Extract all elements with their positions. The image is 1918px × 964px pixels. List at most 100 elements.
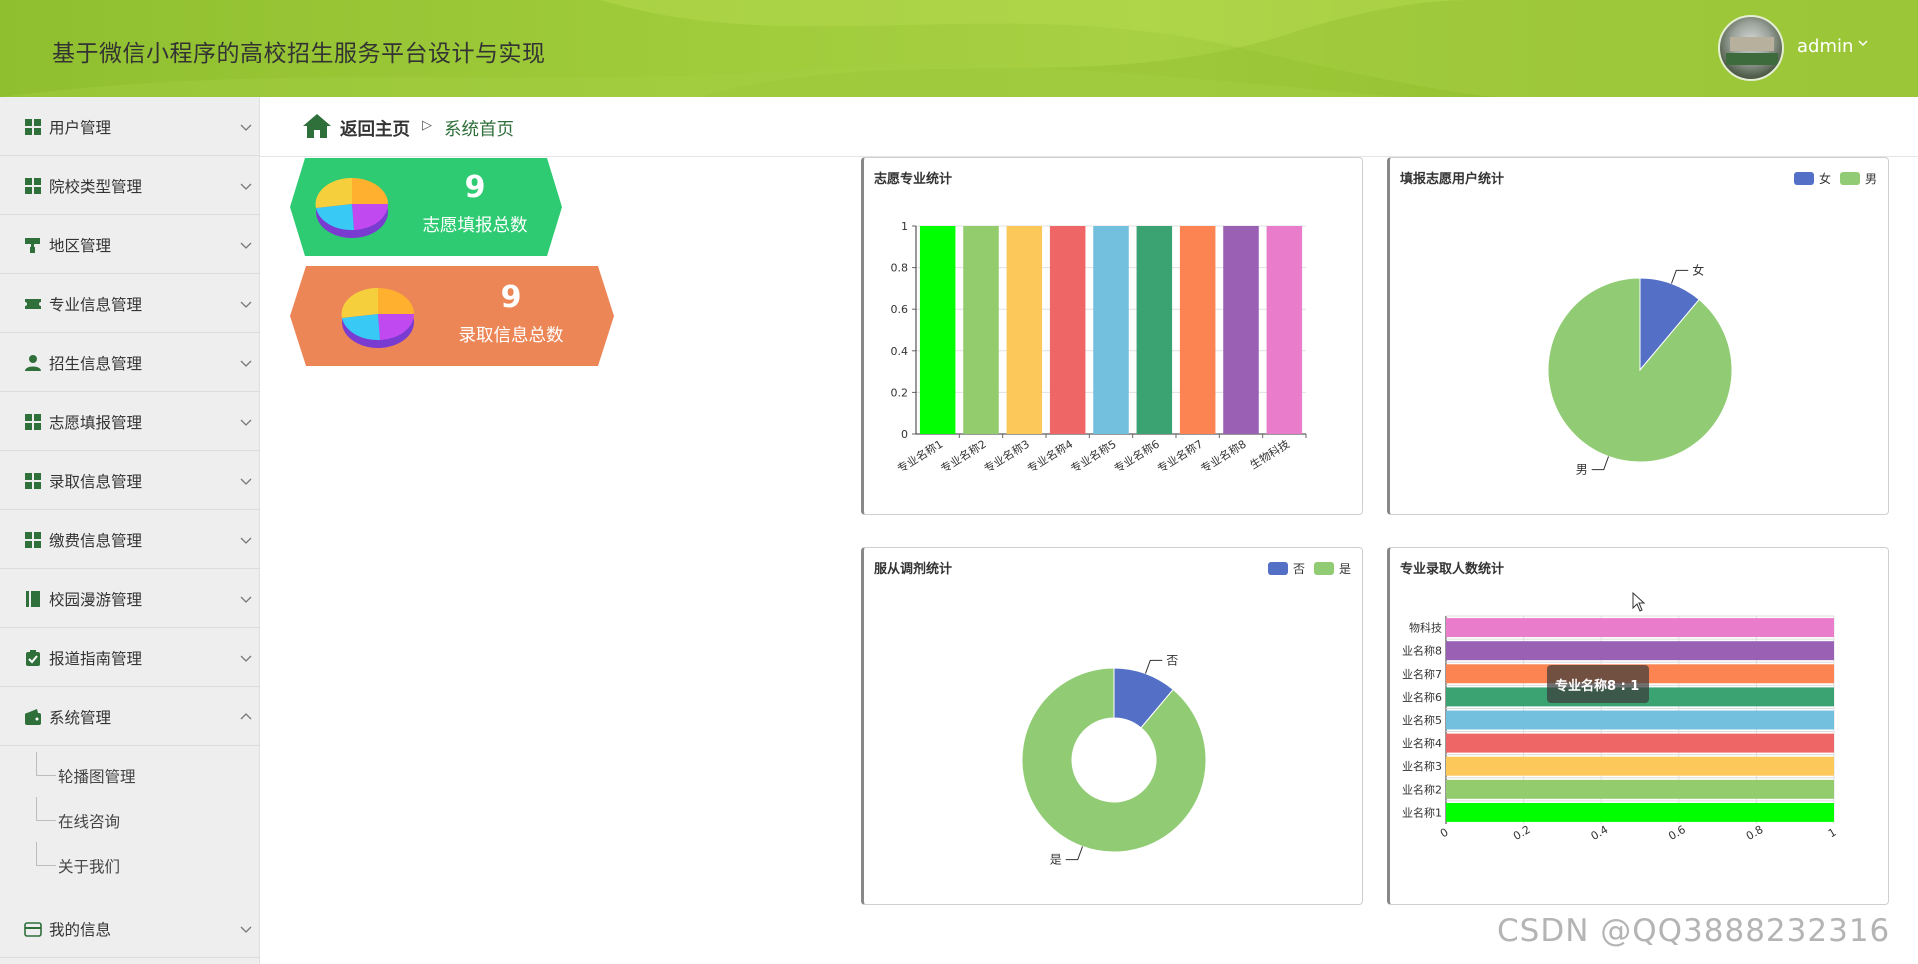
chevron-down-icon[interactable]: [240, 534, 252, 546]
bar: [1446, 641, 1834, 661]
card-icon: [24, 922, 42, 937]
pie-label: 男: [1576, 463, 1588, 477]
chevron-up-icon[interactable]: [240, 711, 252, 723]
user-name[interactable]: admin: [1797, 36, 1853, 57]
sidebar-subitem[interactable]: 关于我们: [0, 842, 260, 887]
y-tick-label: 业名称4: [1402, 736, 1442, 750]
pie-label: 女: [1692, 262, 1704, 277]
sidebar-item[interactable]: 录取信息管理: [0, 451, 260, 510]
bar: [1446, 779, 1834, 799]
y-tick-label: 0.2: [891, 386, 909, 399]
y-tick-label: 业名称3: [1402, 759, 1442, 773]
y-tick-label: 0.8: [891, 262, 909, 275]
pie-label: 否: [1166, 653, 1178, 667]
y-tick-label: 业名称5: [1402, 713, 1442, 727]
y-tick-label: 业名称1: [1402, 805, 1442, 819]
stat-value: 9: [500, 280, 522, 315]
sidebar-item[interactable]: 用户管理: [0, 97, 260, 156]
pie-slice: [1547, 277, 1733, 463]
bar: [1179, 226, 1216, 434]
chart-tooltip: 专业名称8 : 1: [1547, 665, 1649, 703]
user-avatar[interactable]: [1718, 15, 1784, 81]
stat-label: 录取信息总数: [458, 326, 564, 346]
bar: [1446, 618, 1834, 638]
paint-roller-icon: [25, 238, 40, 253]
chevron-down-icon[interactable]: [1858, 38, 1868, 48]
grid-icon: [25, 178, 41, 194]
bar: [1049, 226, 1086, 434]
pie-label-line: [1591, 456, 1610, 471]
chevron-down-icon[interactable]: [240, 357, 252, 369]
bar: [963, 226, 999, 434]
bar: [1446, 733, 1834, 753]
home-icon[interactable]: [302, 113, 332, 139]
chevron-down-icon[interactable]: [240, 121, 252, 133]
x-tick-label: 0: [1438, 826, 1451, 841]
stat-value: 9: [464, 170, 486, 205]
bar: [1136, 226, 1173, 434]
back-home-link[interactable]: 返回主页: [340, 116, 410, 141]
pie-label: 是: [1050, 853, 1062, 867]
mouse-cursor-icon: [1632, 592, 1646, 612]
bar: [1446, 756, 1834, 776]
y-tick-label: 0.4: [891, 345, 909, 358]
sidebar: 用户管理院校类型管理 地区管理专业信息管理招生信息管理 志愿填报管理录取信息管理缴费…: [0, 97, 260, 964]
sidebar-item-label: 我的信息: [49, 921, 112, 939]
y-tick-label: 1: [901, 220, 908, 233]
y-tick-label: 业名称7: [1402, 667, 1442, 681]
clipboard-check-icon: [26, 650, 40, 666]
sidebar-item[interactable]: 专业信息管理: [0, 274, 260, 333]
bar-chart: 00.20.40.60.81专业名称1专业名称2专业名称3专业名称4专业名称5专…: [891, 220, 1307, 476]
sidebar-subitem[interactable]: 在线咨询: [0, 797, 260, 842]
chevron-down-icon[interactable]: [240, 475, 252, 487]
chevron-down-icon[interactable]: [240, 652, 252, 664]
sidebar-item[interactable]: 院校类型管理: [0, 156, 260, 215]
sidebar-subitem-label: 轮播图管理: [58, 768, 136, 786]
sidebar-subitem-label: 在线咨询: [58, 813, 121, 831]
app-title: 基于微信小程序的高校招生服务平台设计与实现: [52, 41, 546, 67]
breadcrumb-separator: ▷: [422, 118, 432, 133]
book-icon: [26, 591, 40, 607]
sidebar-item[interactable]: 校园漫游管理: [0, 569, 260, 628]
chevron-down-icon[interactable]: [240, 416, 252, 428]
sidebar-item[interactable]: 缴费信息管理: [0, 510, 260, 569]
chevron-down-icon[interactable]: [240, 180, 252, 192]
chevron-down-icon[interactable]: [240, 298, 252, 310]
sidebar-item[interactable]: 志愿填报管理: [0, 392, 260, 451]
pie-label-line: [1065, 846, 1084, 861]
sidebar-item-label: 专业信息管理: [49, 296, 143, 314]
pie-label-line: [1670, 269, 1689, 284]
x-tick-label: 专业名称2: [938, 437, 989, 476]
x-tick-label: 专业名称1: [895, 437, 946, 476]
sidebar-item-label: 地区管理: [49, 237, 112, 255]
panel-volunteer-user: 填报志愿用户统计 女 男 女男: [1387, 157, 1889, 515]
chevron-down-icon[interactable]: [240, 593, 252, 605]
x-tick-label: 生物科技: [1247, 437, 1292, 472]
grid-icon: [25, 119, 41, 135]
pie-label-line: [1144, 659, 1163, 674]
sidebar-item-my-info[interactable]: 我的信息: [0, 899, 260, 958]
chevron-down-icon[interactable]: [240, 923, 252, 935]
grid-icon: [25, 473, 41, 489]
pie-slice: [1021, 667, 1207, 853]
x-tick-label: 专业名称3: [981, 437, 1032, 476]
sidebar-subitem[interactable]: 轮播图管理: [0, 752, 260, 797]
grid-icon: [25, 414, 41, 430]
sidebar-item[interactable]: 招生信息管理: [0, 333, 260, 392]
app-header: 基于微信小程序的高校招生服务平台设计与实现 admin: [0, 0, 1918, 97]
bar: [1446, 802, 1834, 822]
sidebar-item[interactable]: 系统管理: [0, 687, 260, 746]
sidebar-item-label: 院校类型管理: [49, 178, 143, 196]
grid-icon: [25, 532, 41, 548]
tree-connector: [36, 797, 56, 821]
ticket-icon: [25, 299, 41, 309]
pie-chart-icon: [315, 177, 389, 238]
chevron-down-icon[interactable]: [240, 239, 252, 251]
x-tick-label: 专业名称8: [1198, 437, 1249, 476]
sidebar-item[interactable]: 报道指南管理: [0, 628, 260, 687]
x-tick-label: 专业名称7: [1155, 437, 1206, 476]
sidebar-item[interactable]: 地区管理: [0, 215, 260, 274]
sidebar-item-label: 录取信息管理: [49, 473, 143, 491]
panel-volunteer-major: 志愿专业统计 0 0.2 0.4 0.6 0.8 1 专业名称1 专业名称2 专业名称3 专业名称…: [861, 157, 1363, 515]
wallet-icon: [25, 709, 41, 725]
